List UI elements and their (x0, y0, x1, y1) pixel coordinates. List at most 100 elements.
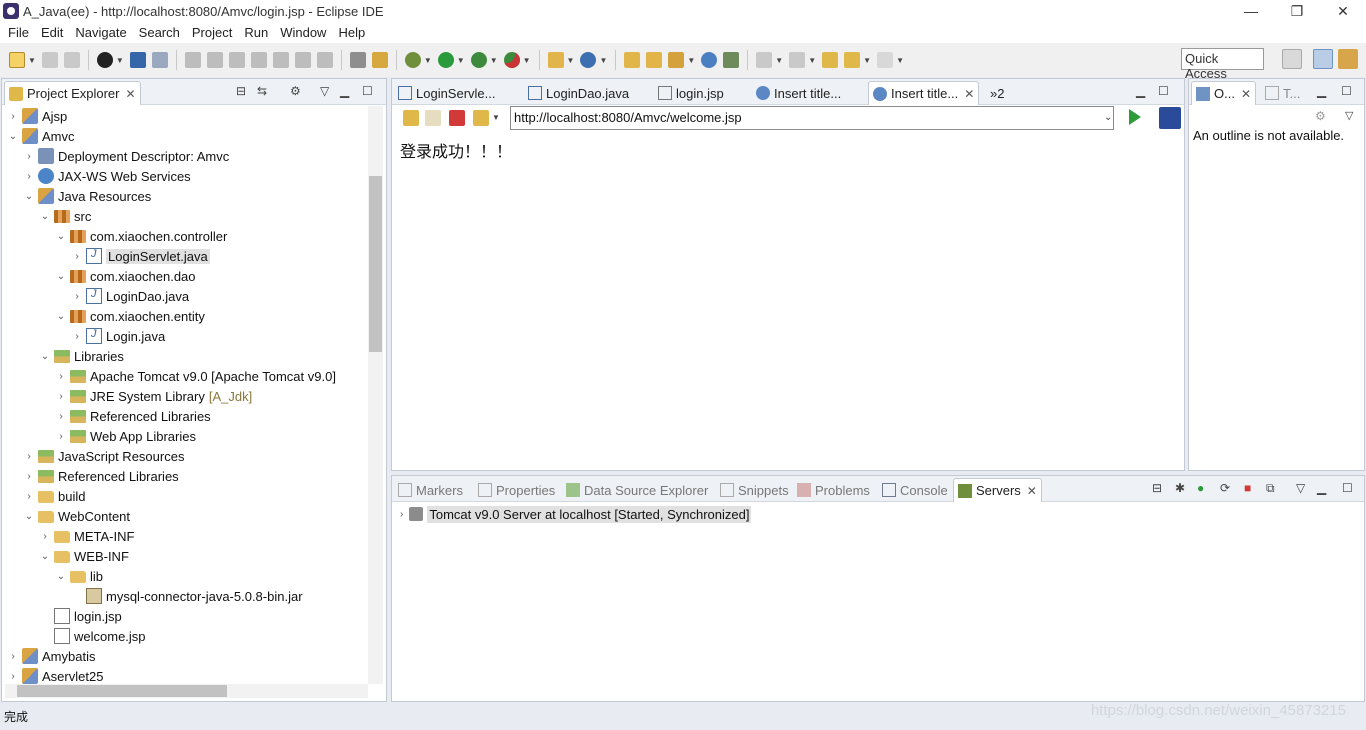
focus-icon[interactable]: ⚙ (1315, 109, 1326, 123)
expand-arrow-icon[interactable]: › (23, 151, 35, 162)
expand-arrow-icon[interactable]: › (7, 671, 19, 682)
tree-item[interactable]: › Referenced Libraries (55, 406, 210, 426)
expand-arrow-icon[interactable]: › (23, 471, 35, 482)
expand-arrow-icon[interactable]: › (23, 171, 35, 182)
publish-icon[interactable]: ⧉ (1266, 481, 1275, 496)
expand-arrow-icon[interactable]: › (71, 291, 83, 302)
minimize-view-icon[interactable]: ▁ (340, 84, 349, 98)
quick-access-input[interactable]: Quick Access (1181, 48, 1264, 81)
save-all-icon[interactable] (63, 52, 80, 68)
tree-item[interactable]: › build (23, 486, 85, 506)
new-server-icon[interactable] (547, 52, 564, 68)
open-perspective-icon[interactable] (1282, 49, 1302, 69)
expand-arrow-icon[interactable]: › (23, 451, 35, 462)
tree-item[interactable]: ⌄ Libraries (39, 346, 124, 366)
menu-help[interactable]: Help (332, 25, 371, 40)
collapse-arrow-icon[interactable]: ⌄ (55, 271, 67, 282)
tree-item[interactable]: › JRE System Library [A_Jdk] (55, 386, 252, 406)
close-button[interactable]: ✕ (1320, 0, 1366, 22)
expand-arrow-icon[interactable]: › (55, 371, 67, 382)
tree-vertical-scrollbar[interactable] (368, 106, 383, 684)
profile-server-icon[interactable]: ⟳ (1220, 481, 1230, 495)
tree-item[interactable]: › META-INF (39, 526, 134, 546)
server-row[interactable]: › Tomcat v9.0 Server at localhost [Start… (400, 504, 752, 524)
collapse-arrow-icon[interactable]: ⌄ (39, 351, 51, 362)
tree-item[interactable]: ⌄ WEB-INF (39, 546, 129, 566)
menu-run[interactable]: Run (238, 25, 274, 40)
menu-navigate[interactable]: Navigate (69, 25, 132, 40)
tab-login-jsp[interactable]: login.jsp (654, 81, 728, 105)
tree-item[interactable]: › Referenced Libraries (23, 466, 178, 486)
menu-window[interactable]: Window (274, 25, 332, 40)
last-edit-location-icon[interactable] (822, 52, 839, 68)
close-icon[interactable]: ✕ (1241, 87, 1251, 101)
tree-item[interactable]: ⌄ Amvc (7, 126, 75, 146)
skip-breakpoints-icon[interactable] (151, 52, 168, 68)
browser-back-icon[interactable] (403, 110, 419, 126)
tree-item[interactable]: › Aservlet25 (7, 666, 103, 684)
collapse-arrow-icon[interactable]: ⌄ (55, 311, 67, 322)
browser-stop-icon[interactable] (449, 110, 465, 126)
tree-item[interactable]: › Apache Tomcat v9.0 [Apache Tomcat v9.0] (55, 366, 336, 386)
refresh-dropdown-icon[interactable]: ▼ (492, 113, 500, 122)
tree-item[interactable]: › Web App Libraries (55, 426, 196, 446)
link-with-editor-icon[interactable]: ⇆ (257, 84, 267, 98)
go-icon[interactable] (1129, 109, 1141, 125)
tree-item[interactable]: ⌄ com.xiaochen.controller (55, 226, 228, 246)
maximize-view-icon[interactable]: ☐ (1158, 84, 1169, 98)
start-server-icon[interactable]: ● (1197, 481, 1204, 495)
tree-item[interactable]: ⌄ Java Resources (23, 186, 151, 206)
tree-item[interactable]: › LoginDao.java (71, 286, 189, 306)
tree-item[interactable]: › Ajsp (7, 106, 67, 126)
menu-search[interactable]: Search (133, 25, 186, 40)
next-annotation-icon[interactable] (756, 52, 773, 68)
minimize-button[interactable]: — (1228, 0, 1274, 22)
web-services-icon[interactable] (723, 52, 740, 68)
browser-forward-icon[interactable] (425, 110, 441, 126)
menu-file[interactable]: File (2, 25, 35, 40)
suspend-icon[interactable] (206, 52, 223, 68)
maximize-view-icon[interactable]: ☐ (1342, 481, 1353, 495)
tree-item[interactable]: › Login.java (71, 326, 165, 346)
view-menu-icon[interactable]: ▽ (320, 84, 329, 98)
view-menu-icon[interactable]: ▽ (1345, 109, 1353, 122)
tree-item[interactable]: login.jsp (39, 606, 122, 626)
profile-icon[interactable] (96, 52, 113, 68)
resume-icon[interactable] (184, 52, 201, 68)
browser-refresh-icon[interactable] (473, 110, 489, 126)
minimize-view-icon[interactable]: ▁ (1317, 84, 1326, 98)
external-tools-icon[interactable] (503, 52, 520, 68)
close-icon[interactable]: ✕ (1027, 484, 1037, 498)
collapse-icon[interactable]: ⊟ (1152, 481, 1162, 495)
expand-arrow-icon[interactable]: › (71, 331, 83, 342)
save-icon[interactable] (41, 52, 58, 68)
tree-item[interactable]: ⌄ src (39, 206, 92, 226)
collapse-arrow-icon[interactable]: ⌄ (39, 551, 51, 562)
tree-item[interactable]: ⌄ WebContent (23, 506, 130, 526)
tree-item[interactable]: › Amybatis (7, 646, 95, 666)
tab-outline[interactable]: O... ✕ (1191, 81, 1257, 105)
new-java-class-icon[interactable] (580, 52, 597, 68)
step-into-icon[interactable] (272, 52, 289, 68)
step-return-icon[interactable] (316, 52, 333, 68)
tree-item[interactable]: welcome.jsp (39, 626, 146, 646)
coverage-icon[interactable] (470, 52, 487, 68)
tree-item[interactable]: ⌄ com.xiaochen.dao (55, 266, 196, 286)
maximize-view-icon[interactable]: ☐ (362, 84, 373, 98)
expand-arrow-icon[interactable]: › (55, 431, 67, 442)
tree-horizontal-scrollbar[interactable] (5, 684, 368, 698)
open-task-icon[interactable] (646, 52, 663, 68)
tab-logindao[interactable]: LoginDao.java (524, 81, 633, 105)
expand-icon[interactable]: › (400, 509, 403, 520)
expand-arrow-icon[interactable]: › (55, 391, 67, 402)
focus-icon[interactable]: ⚙ (290, 84, 301, 98)
url-history-icon[interactable]: ⌄ (1104, 112, 1112, 123)
new-icon[interactable] (9, 52, 25, 68)
search-icon[interactable] (668, 52, 685, 68)
tab-servers[interactable]: Servers ✕ (953, 478, 1042, 502)
expand-arrow-icon[interactable]: › (23, 491, 35, 502)
terminal-icon[interactable] (129, 52, 146, 68)
use-step-filters-icon[interactable] (371, 52, 388, 68)
minimize-view-icon[interactable]: ▁ (1136, 84, 1145, 98)
terminate-icon[interactable] (228, 52, 245, 68)
